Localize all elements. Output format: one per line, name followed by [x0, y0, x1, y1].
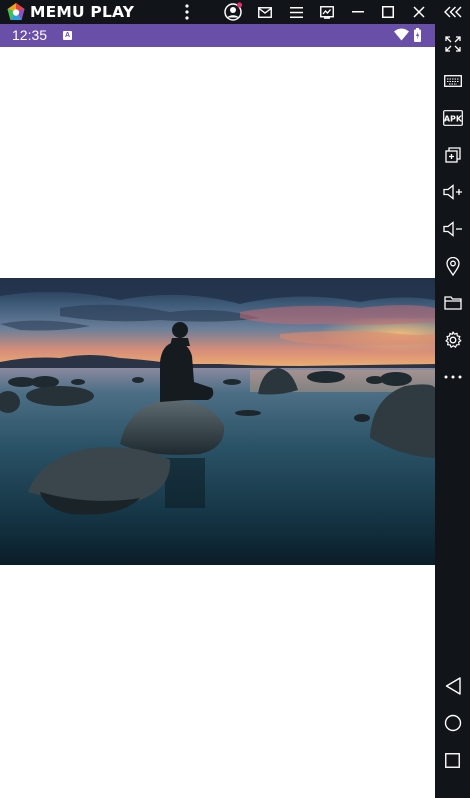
settings-icon[interactable]: [435, 325, 470, 355]
notification-a-icon: A: [63, 31, 72, 40]
back-nav-icon[interactable]: [435, 671, 470, 701]
sunset-lake-photo: [0, 278, 435, 565]
hamburger-menu-icon[interactable]: [284, 0, 308, 24]
account-icon[interactable]: [221, 0, 245, 24]
maximize-icon[interactable]: [376, 0, 400, 24]
mail-icon[interactable]: [253, 0, 277, 24]
menu-kebab-icon[interactable]: [175, 0, 199, 24]
memu-logo-icon: [7, 3, 25, 20]
apk-label: APK: [443, 115, 462, 124]
collapse-sidebar-icon[interactable]: [441, 0, 465, 24]
status-clock: 12:35: [12, 27, 48, 43]
shared-folder-icon[interactable]: [435, 288, 470, 318]
home-nav-icon[interactable]: [435, 708, 470, 738]
volume-down-icon[interactable]: [435, 214, 470, 244]
wifi-icon: [394, 28, 409, 41]
more-options-icon[interactable]: [435, 362, 470, 392]
recents-nav-icon[interactable]: [435, 745, 470, 775]
android-screen[interactable]: 12:35 A: [0, 24, 435, 798]
keyboard-mapping-icon[interactable]: [435, 66, 470, 96]
volume-up-icon[interactable]: [435, 177, 470, 207]
fullscreen-icon[interactable]: [435, 29, 470, 59]
minimize-icon[interactable]: [346, 0, 370, 24]
screen-cast-icon[interactable]: [315, 0, 339, 24]
battery-icon: [414, 28, 421, 42]
location-icon[interactable]: [435, 251, 470, 281]
android-status-bar: 12:35 A: [0, 24, 435, 47]
apk-install-icon[interactable]: APK: [435, 103, 470, 133]
emulator-title-bar: MEMU PLAY: [0, 0, 470, 24]
app-brand-title: MEMU PLAY: [30, 3, 135, 21]
emulator-sidebar: APK: [435, 24, 470, 798]
notification-dot: [236, 2, 243, 8]
close-icon[interactable]: [407, 0, 431, 24]
multi-instance-icon[interactable]: [435, 140, 470, 170]
